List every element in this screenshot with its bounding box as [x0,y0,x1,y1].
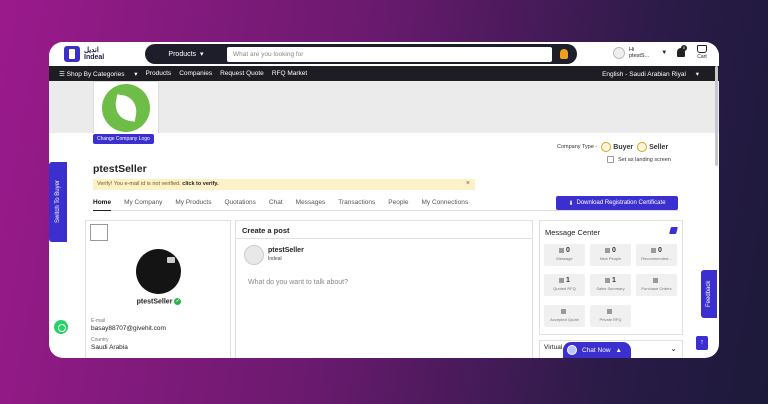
company-name-heading: ptestSeller [93,163,147,175]
verify-link[interactable]: click to verify. [182,181,218,187]
download-icon: ⬇ [568,200,574,207]
tab-my-products[interactable]: My Products [175,197,211,210]
profile-avatar[interactable] [136,249,181,294]
message-center-title: Message Center [545,228,601,237]
broken-image-placeholder [90,224,108,241]
tile-recommended[interactable]: 0 Recommended... [636,244,677,266]
chat-avatar-icon [567,345,577,355]
chevron-down-icon[interactable]: ⌄ [670,344,677,353]
browser-page: انديل Indeal Products ▾ Hi ptestS... ▼ 0… [49,42,719,358]
tab-chat[interactable]: Chat [269,197,283,210]
country-value: Saudi Arabia [91,344,128,351]
post-username: ptestSeller [268,247,304,254]
tile-message[interactable]: 0 Message [544,244,585,266]
post-input[interactable]: What do you want to talk about? [248,279,348,286]
buyer-icon [601,142,612,152]
email-label: E-mail [91,318,106,324]
profile-name: ptestSeller [136,298,173,306]
close-icon[interactable]: × [466,180,470,187]
private-rfq-icon [607,308,612,314]
company-type-selector: Company Type - Buyer Seller [557,142,669,152]
whatsapp-icon[interactable] [52,318,70,336]
chevron-down-icon: ▾ [200,51,204,58]
verified-check-icon: ✓ [174,298,182,305]
user-icon [559,277,565,283]
nav-companies[interactable]: Companies [179,70,212,77]
people-icon [605,247,611,253]
tile-purchase-orders[interactable]: Purchase Orders [636,274,677,296]
seller-icon [637,142,648,152]
language-currency-select[interactable]: English - Saudi Arabian Riyal ▾ [602,70,699,78]
document-icon [651,247,657,253]
search-category-select[interactable]: Products ▾ [145,50,227,59]
post-company: Indeal [268,256,282,262]
cart-icon [697,45,707,53]
tile-accepted-quote[interactable]: Accepted Quote [544,305,585,327]
logo-latin-text: Indeal [84,54,105,61]
nav-request-quote[interactable]: Request Quote [220,70,264,77]
microphone-icon[interactable] [560,49,568,59]
user-avatar-icon [613,47,625,59]
user-menu[interactable]: Hi ptestS... ▼ [613,47,667,59]
divider [236,238,532,239]
type-buyer-option[interactable]: Buyer [601,142,633,152]
create-post-card: Create a post ptestSeller Indeal What do… [235,220,533,358]
message-center: Message Center 0 Message 0 New People 0 … [539,220,683,335]
country-label: Country [91,337,109,343]
tile-sales-summary[interactable]: 1 Sales Summary [590,274,631,296]
logo-mark-icon [64,46,80,62]
tab-quotations[interactable]: Quotations [224,197,255,210]
indeal-logo[interactable]: انديل Indeal [64,46,104,62]
user-name-text: ptestS... [629,53,650,59]
tile-new-people[interactable]: 0 New People [590,244,631,266]
shop-by-categories-menu[interactable]: ☰ Shop By Categories ▾ [59,70,138,78]
tab-home[interactable]: Home [93,197,112,211]
notification-badge: 0 [681,45,687,51]
message-icon [559,247,565,253]
search-bar: Products ▾ [145,44,577,64]
change-company-logo-button[interactable]: Change Company Logo [93,134,154,144]
leaf-logo-icon [102,83,150,132]
switch-to-buyer-tab[interactable]: Switch To Buyer [49,162,67,242]
tab-my-connections[interactable]: My Connections [422,197,469,210]
download-certificate-button[interactable]: ⬇ Download Registration Certificate [556,196,678,210]
feedback-tab[interactable]: Feedback [701,270,717,318]
email-value: basay88707@givehit.com [91,325,166,332]
scroll-to-top-button[interactable]: ↑ [696,336,708,350]
tab-transactions[interactable]: Transactions [338,197,375,210]
profile-card: ptestSeller ✓ E-mail basay88707@givehit.… [85,220,231,358]
tile-private-rfq[interactable]: Private RFQ [590,305,631,327]
company-banner [49,81,719,133]
edit-icon[interactable] [669,227,678,234]
tile-quoted-rfq[interactable]: 1 Quoted RFQ [544,274,585,296]
tab-my-company[interactable]: My Company [124,197,162,210]
caret-up-icon: ▲ [615,346,622,354]
main-nav: ☰ Shop By Categories ▾ Products Companie… [49,66,719,81]
tab-people[interactable]: People [388,197,408,210]
company-logo [93,81,159,133]
nav-products[interactable]: Products [146,70,172,77]
logo-arabic-text: انديل [84,47,99,54]
camera-icon[interactable] [167,257,175,263]
quote-icon [561,308,566,314]
landing-checkbox[interactable] [607,156,614,163]
summary-icon [605,277,611,283]
search-input[interactable] [227,46,552,62]
caret-down-icon: ▼ [661,50,668,56]
email-verify-alert: Verify! You e-mail id is not verified. c… [93,179,475,190]
chat-now-button[interactable]: Chat Now ▲ [563,342,631,358]
tab-messages[interactable]: Messages [296,197,326,210]
nav-rfq-market[interactable]: RFQ Market [272,70,307,77]
type-seller-option[interactable]: Seller [637,142,668,152]
cart-button[interactable]: Cart [697,45,707,60]
top-header: انديل Indeal Products ▾ Hi ptestS... ▼ 0… [49,42,719,66]
create-post-title: Create a post [242,226,290,235]
order-icon [653,277,658,283]
page-scrollbar[interactable] [715,66,718,166]
post-avatar-icon [244,245,264,265]
landing-screen-option[interactable]: Set as landing screen [607,156,671,163]
